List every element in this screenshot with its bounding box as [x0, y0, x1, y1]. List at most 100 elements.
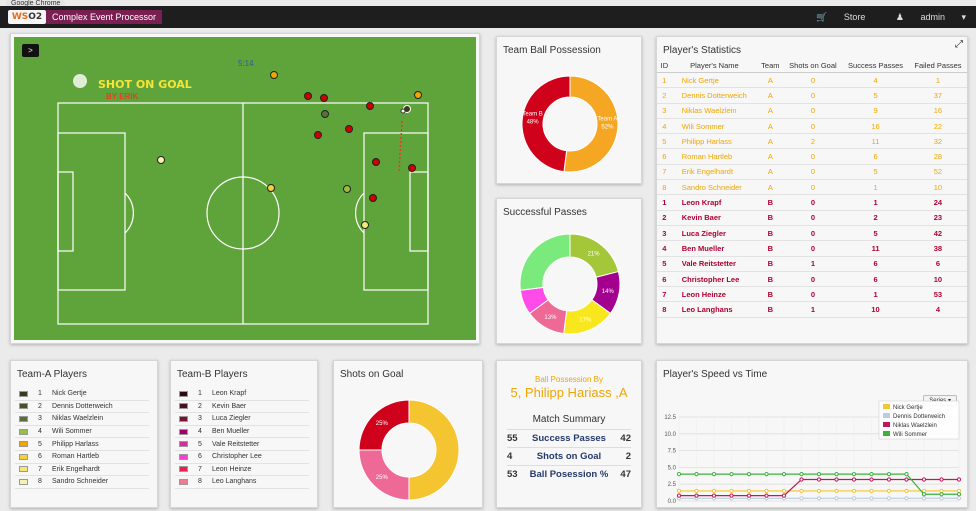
legend-label[interactable]: Wili Sommer [893, 432, 927, 438]
series-point[interactable] [851, 496, 857, 501]
series-point[interactable] [921, 496, 927, 501]
store-link[interactable]: 🛒 Store [802, 12, 865, 22]
expand-icon[interactable]: ⤢ [955, 39, 963, 50]
player-marker [408, 164, 416, 172]
series-point[interactable] [694, 493, 699, 498]
legend-label[interactable]: Niklas Waelzlein [893, 423, 937, 429]
series-point[interactable] [886, 472, 892, 477]
series-point[interactable] [711, 493, 717, 498]
series-point[interactable] [904, 488, 909, 494]
series-point[interactable] [869, 488, 874, 494]
series-point[interactable] [921, 488, 927, 494]
series-point[interactable] [729, 472, 734, 477]
series-point[interactable] [746, 472, 752, 477]
series-point[interactable] [886, 488, 892, 494]
player-row[interactable]: 6 Roman Hartleb [15, 451, 149, 464]
series-point[interactable] [799, 472, 804, 477]
legend-label[interactable]: Dennis Dotterweich [893, 414, 945, 420]
player-row[interactable]: 2 Kevin Baer [175, 401, 309, 414]
series-point[interactable] [921, 492, 927, 497]
series-point[interactable] [781, 472, 787, 477]
player-row[interactable]: 8 Leo Langhans [175, 476, 309, 489]
series-point[interactable] [764, 493, 769, 498]
series-point[interactable] [799, 496, 804, 501]
series-point[interactable] [799, 477, 804, 482]
player-row[interactable]: 3 Niklas Waelzlein [15, 413, 149, 426]
player-row[interactable]: 7 Leon Heinze [175, 464, 309, 477]
series-point[interactable] [939, 492, 944, 497]
col-id[interactable]: ID [657, 60, 672, 73]
series-point[interactable] [711, 472, 717, 477]
color-swatch [179, 466, 188, 473]
series-point[interactable] [956, 488, 962, 494]
series-point[interactable] [694, 472, 699, 477]
series-point[interactable] [729, 493, 734, 498]
series-point[interactable] [851, 488, 857, 494]
col-failed[interactable]: Failed Passes [908, 60, 967, 73]
series-point[interactable] [851, 472, 857, 477]
series-point[interactable] [869, 496, 874, 501]
player-row[interactable]: 5 Philipp Harlass [15, 438, 149, 451]
series-point[interactable] [939, 496, 944, 501]
series-point[interactable] [816, 496, 822, 501]
series-point[interactable] [921, 477, 927, 482]
player-row[interactable]: 4 Ben Mueller [175, 426, 309, 439]
series-point[interactable] [834, 488, 839, 494]
legend-label[interactable]: Nick Gertje [893, 405, 923, 411]
series-point[interactable] [834, 472, 839, 477]
series-point[interactable] [816, 472, 822, 477]
player-row[interactable]: 2 Dennis Dotterweich [15, 401, 149, 414]
series-point[interactable] [694, 488, 699, 494]
series-point[interactable] [904, 472, 909, 477]
player-row[interactable]: 5 Vale Reitstetter [175, 438, 309, 451]
col-shots[interactable]: Shots on Goal [783, 60, 843, 73]
series-point[interactable] [834, 477, 839, 482]
stats-row: 6 Roman Hartleb A 0 6 28 [657, 148, 967, 165]
shots-slice[interactable] [408, 399, 460, 501]
series-point[interactable] [676, 488, 682, 494]
stat-team: B [757, 225, 784, 242]
series-point[interactable] [799, 488, 804, 494]
series-point[interactable] [939, 477, 944, 482]
series-point[interactable] [904, 477, 909, 482]
series-point[interactable] [676, 493, 682, 498]
series-point[interactable] [904, 496, 909, 501]
series-point[interactable] [711, 488, 717, 494]
series-point[interactable] [956, 496, 962, 501]
passes-slice[interactable] [519, 233, 571, 291]
player-row[interactable]: 8 Sandro Schneider [15, 476, 149, 489]
series-point[interactable] [764, 488, 769, 494]
series-point[interactable] [851, 477, 857, 482]
player-row[interactable]: 6 Christopher Lee [175, 451, 309, 464]
col-success[interactable]: Success Passes [842, 60, 909, 73]
series-point[interactable] [781, 493, 787, 498]
app-title[interactable]: Complex Event Processor [46, 10, 163, 24]
player-row[interactable]: 7 Erik Engelhardt [15, 464, 149, 477]
series-point[interactable] [939, 488, 944, 494]
player-row[interactable]: 1 Nick Gertje [15, 388, 149, 401]
series-point[interactable] [869, 477, 874, 482]
series-point[interactable] [746, 493, 752, 498]
series-point[interactable] [816, 477, 822, 482]
passes-title: Successful Passes [503, 207, 587, 218]
play-button[interactable]: > [22, 44, 39, 57]
series-point[interactable] [746, 488, 752, 494]
col-name[interactable]: Player's Name [671, 60, 758, 73]
player-row[interactable]: 1 Leon Krapf [175, 388, 309, 401]
series-point[interactable] [956, 477, 962, 482]
series-point[interactable] [886, 496, 892, 501]
series-point[interactable] [781, 488, 787, 494]
series-point[interactable] [816, 488, 822, 494]
player-row[interactable]: 4 Wili Sommer [15, 426, 149, 439]
series-point[interactable] [676, 472, 682, 477]
series-point[interactable] [886, 477, 892, 482]
player-row[interactable]: 3 Luca Ziegler [175, 413, 309, 426]
series-point[interactable] [956, 492, 962, 497]
series-point[interactable] [869, 472, 874, 477]
series-point[interactable] [729, 488, 734, 494]
series-point[interactable] [834, 496, 839, 501]
wso2-logo[interactable]: WSO2 [8, 10, 46, 24]
col-team[interactable]: Team [757, 60, 784, 73]
series-point[interactable] [764, 472, 769, 477]
admin-menu[interactable]: ♟ admin ▾ [882, 12, 966, 22]
